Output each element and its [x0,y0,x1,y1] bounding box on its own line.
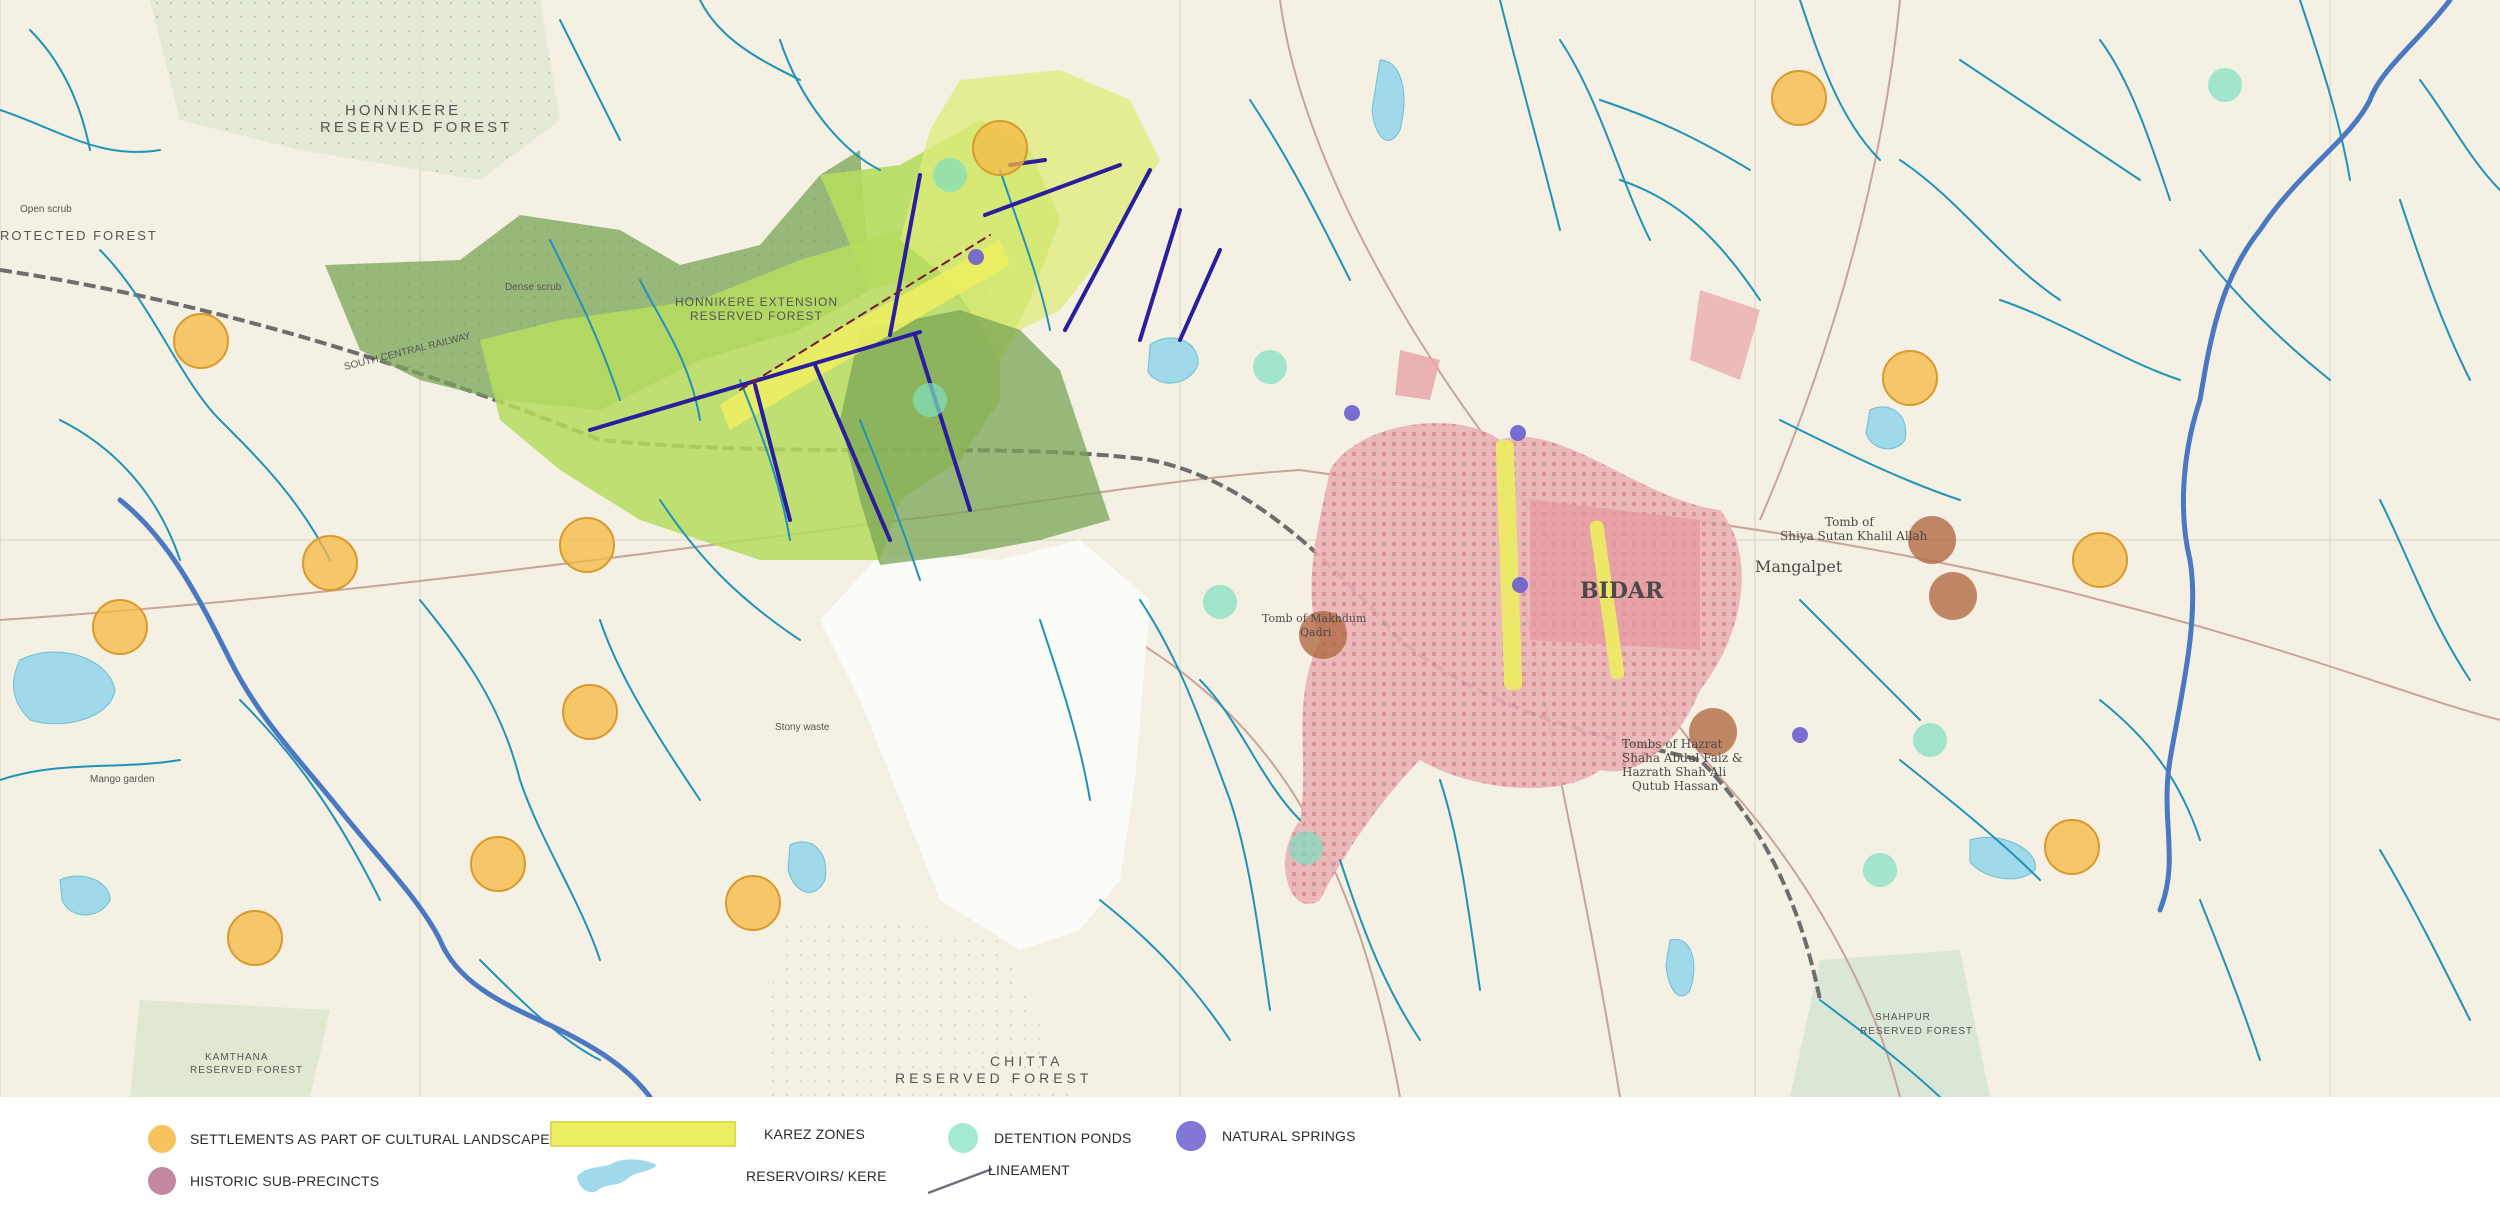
settlement-swatch-icon [148,1125,176,1153]
label-tomb-2d: Qutub Hassan [1632,779,1719,793]
label-tomb-1: Tomb of [1825,515,1875,529]
settlement-marker-7[interactable] [725,875,781,931]
lineament-swatch-icon [927,1167,993,1195]
label-stony-waste: Stony waste [775,722,830,733]
base-map: HONNIKERE RESERVED FOREST ROTECTED FORES… [0,0,2500,1097]
settlement-marker-3[interactable] [559,517,615,573]
legend-karez: KAREZ ZONES [550,1121,865,1147]
spring-marker-1[interactable] [968,249,984,265]
karez-swatch-icon [550,1121,736,1147]
legend-lineament: LINEAMENT [926,1159,1070,1195]
legend-historic: HISTORIC SUB-PRECINCTS [148,1167,379,1195]
legend-detention: DETENTION PONDS [948,1123,1132,1153]
label-reserved-forest-3: RESERVED FOREST [895,1070,1092,1086]
detention-pond-marker-4[interactable] [1289,831,1323,865]
detention-pond-marker-7[interactable] [2208,68,2242,102]
settlement-marker-5[interactable] [562,684,618,740]
spring-marker-5[interactable] [1792,727,1808,743]
legend: SETTLEMENTS AS PART OF CULTURAL LANDSCAP… [0,1097,2500,1211]
legend-detention-label: DETENTION PONDS [994,1130,1132,1146]
detention-pond-marker-6[interactable] [1863,853,1897,887]
spring-marker-4[interactable] [1512,577,1528,593]
label-reserved-forest-2: RESERVED FOREST [690,309,823,323]
settlement-marker-11[interactable] [2072,532,2128,588]
detention-swatch-icon [948,1123,978,1153]
settlement-marker-6[interactable] [470,836,526,892]
legend-lineament-label: LINEAMENT [988,1162,1070,1178]
label-tomb-2c: Hazrath Shah Ali [1622,765,1726,779]
label-tomb-3b: Qadri [1300,626,1332,639]
label-reserved-forest-5: RESERVED FOREST [1860,1026,1973,1037]
historic-swatch-icon [148,1167,176,1195]
settlement-marker-10[interactable] [1882,350,1938,406]
label-chitta: CHITTA [990,1053,1064,1069]
spring-swatch-icon [1176,1121,1206,1151]
settlement-marker-12[interactable] [2044,819,2100,875]
label-reserved-forest-1: RESERVED FOREST [320,119,512,136]
settlement-marker-1[interactable] [173,313,229,369]
spring-marker-2[interactable] [1344,405,1360,421]
label-tomb-3: Tomb of Makhdum [1262,612,1367,625]
detention-pond-marker-5[interactable] [1913,723,1947,757]
settlement-marker-2[interactable] [302,535,358,591]
legend-reservoirs: RESERVOIRS/ KERE [575,1155,887,1197]
legend-springs: NATURAL SPRINGS [1176,1121,1356,1151]
label-dense-scrub: Dense scrub [505,282,562,293]
label-shahpur: SHAHPUR [1875,1012,1931,1023]
settlement-marker-13[interactable] [972,120,1028,176]
settlement-marker-8[interactable] [227,910,283,966]
detention-pond-marker-2[interactable] [1253,350,1287,384]
legend-springs-label: NATURAL SPRINGS [1222,1128,1356,1144]
legend-reservoirs-label: RESERVOIRS/ KERE [746,1168,887,1184]
detention-pond-marker-1[interactable] [933,158,967,192]
legend-karez-label: KAREZ ZONES [764,1126,865,1142]
label-honnikere: HONNIKERE [345,102,461,119]
legend-historic-label: HISTORIC SUB-PRECINCTS [190,1173,380,1189]
historic-marker-3[interactable] [1929,572,1977,620]
label-reserved-forest-4: RESERVED FOREST [190,1065,303,1076]
map-area[interactable]: HONNIKERE RESERVED FOREST ROTECTED FORES… [0,0,2500,1097]
settlement-marker-9[interactable] [1771,70,1827,126]
legend-settlements-label: SETTLEMENTS AS PART OF CULTURAL LANDSCAP… [190,1131,550,1147]
label-mangalpet: Mangalpet [1755,557,1843,576]
label-mango-garden: Mango garden [90,774,155,785]
legend-settlements: SETTLEMENTS AS PART OF CULTURAL LANDSCAP… [148,1125,550,1153]
label-tomb-1b: Shiya Sutan Khalil Allah [1780,529,1928,543]
label-kaplapur-forest: ROTECTED FOREST [0,228,158,243]
detention-pond-marker-3[interactable] [1203,585,1237,619]
label-open-scrub: Open scrub [20,204,72,215]
settlement-marker-4[interactable] [92,599,148,655]
label-bidar: BIDAR [1580,578,1664,604]
spring-marker-3[interactable] [1510,425,1526,441]
label-kamthana: KAMTHANA [205,1052,269,1063]
reservoir-swatch-icon [577,1159,657,1193]
label-tomb-2: Tombs of Hazrat [1622,737,1723,751]
label-tomb-2b: Shaha Abdul Faiz & [1622,751,1743,765]
label-honnikere-extension: HONNIKERE EXTENSION [675,295,838,309]
detention-pond-marker-8[interactable] [913,383,947,417]
